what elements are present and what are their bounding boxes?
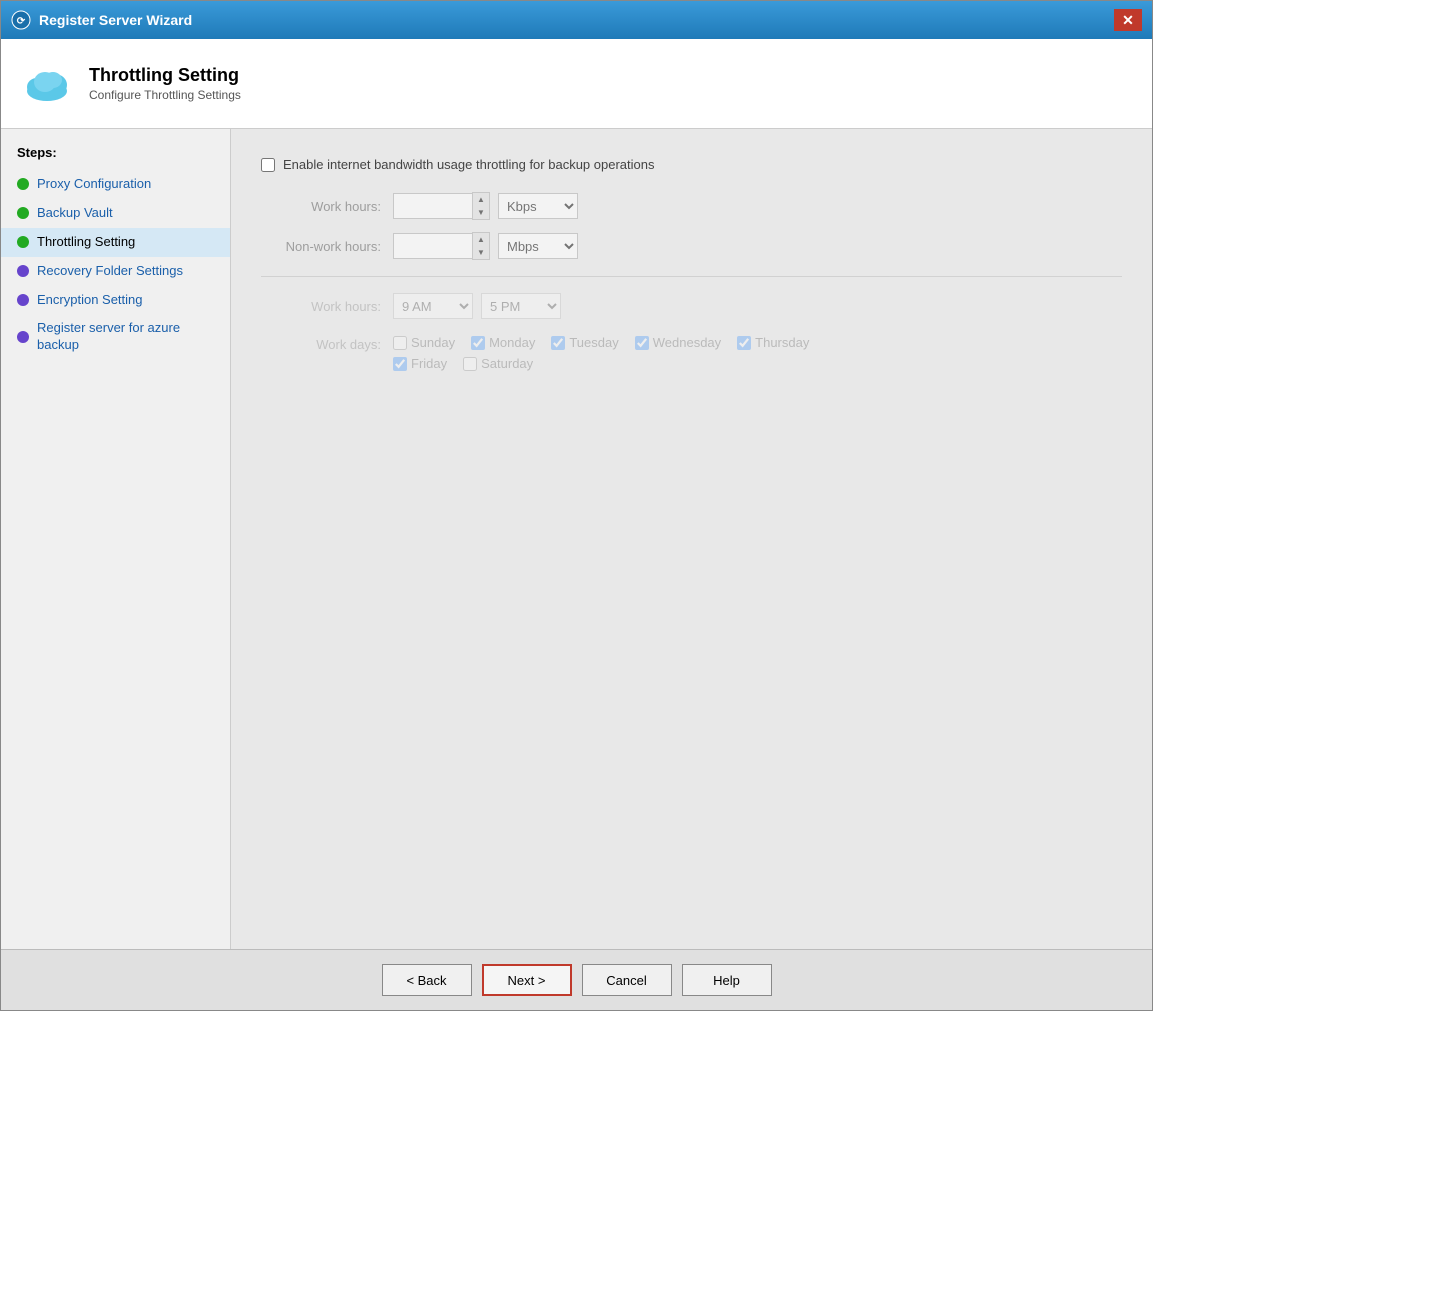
step-dot-recovery [17, 265, 29, 277]
day-saturday[interactable]: Saturday [463, 356, 533, 371]
sidebar-label-recovery: Recovery Folder Settings [37, 263, 183, 280]
work-time-label: Work hours: [261, 299, 381, 314]
app-icon: ⟳ [11, 10, 31, 30]
sidebar-item-encryption[interactable]: Encryption Setting [1, 286, 230, 315]
saturday-checkbox[interactable] [463, 357, 477, 371]
step-dot-backup-vault [17, 207, 29, 219]
work-hours-up-btn[interactable]: ▲ [473, 193, 489, 206]
day-tuesday[interactable]: Tuesday [551, 335, 618, 350]
sidebar-label-encryption: Encryption Setting [37, 292, 143, 309]
cancel-button[interactable]: Cancel [582, 964, 672, 996]
steps-label: Steps: [1, 145, 230, 170]
cloud-icon [21, 63, 73, 105]
sidebar-item-backup-vault[interactable]: Backup Vault [1, 199, 230, 228]
wednesday-checkbox[interactable] [635, 336, 649, 350]
work-hours-bandwidth-row: Work hours: 256.0 ▲ ▼ Kbps Mbps [261, 192, 1122, 220]
work-time-start-select[interactable]: 6 AM 7 AM 8 AM 9 AM 10 AM [393, 293, 473, 319]
enable-row: Enable internet bandwidth usage throttli… [261, 157, 1122, 172]
non-work-hours-label: Non-work hours: [261, 239, 381, 254]
help-button[interactable]: Help [682, 964, 772, 996]
work-days-label: Work days: [261, 335, 381, 352]
work-hours-input[interactable]: 256.0 [393, 193, 473, 219]
throttle-form: Work hours: 256.0 ▲ ▼ Kbps Mbps [261, 192, 1122, 371]
header-text: Throttling Setting Configure Throttling … [89, 65, 241, 102]
work-hours-spinner: 256.0 ▲ ▼ [393, 192, 490, 220]
step-dot-proxy [17, 178, 29, 190]
content-area: Enable internet bandwidth usage throttli… [231, 129, 1152, 949]
header: Throttling Setting Configure Throttling … [1, 39, 1152, 129]
title-bar: ⟳ Register Server Wizard ✕ [1, 1, 1152, 39]
non-work-hours-input[interactable]: 1023.0 [393, 233, 473, 259]
day-friday[interactable]: Friday [393, 356, 447, 371]
work-time-end-select[interactable]: 4 PM 5 PM 6 PM 7 PM [481, 293, 561, 319]
step-dot-throttling [17, 236, 29, 248]
next-button[interactable]: Next > [482, 964, 572, 996]
sidebar-item-throttling[interactable]: Throttling Setting [1, 228, 230, 257]
sidebar-label-register: Register server for azure backup [37, 320, 214, 354]
enable-throttle-checkbox[interactable] [261, 158, 275, 172]
sidebar-item-proxy[interactable]: Proxy Configuration [1, 170, 230, 199]
step-dot-encryption [17, 294, 29, 306]
work-hours-unit-select[interactable]: Kbps Mbps [498, 193, 578, 219]
main-content: Steps: Proxy Configuration Backup Vault … [1, 129, 1152, 949]
svg-text:⟳: ⟳ [17, 16, 26, 27]
main-window: ⟳ Register Server Wizard ✕ Throttling Se… [0, 0, 1153, 1011]
throttle-section: Enable internet bandwidth usage throttli… [261, 157, 1122, 929]
days-row-1: Sunday Monday Tuesday Wednesday [393, 335, 809, 350]
page-subtitle: Configure Throttling Settings [89, 88, 241, 102]
day-sunday[interactable]: Sunday [393, 335, 455, 350]
non-work-hours-unit-select[interactable]: Kbps Mbps [498, 233, 578, 259]
tuesday-checkbox[interactable] [551, 336, 565, 350]
work-hours-down-btn[interactable]: ▼ [473, 206, 489, 219]
window-title: Register Server Wizard [39, 12, 1114, 28]
work-hours-bandwidth-label: Work hours: [261, 199, 381, 214]
days-grid: Sunday Monday Tuesday Wednesday [393, 335, 809, 371]
sidebar-label-backup-vault: Backup Vault [37, 205, 113, 222]
non-work-hours-down-btn[interactable]: ▼ [473, 246, 489, 259]
day-wednesday[interactable]: Wednesday [635, 335, 721, 350]
non-work-hours-bandwidth-row: Non-work hours: 1023.0 ▲ ▼ Kbps Mbps [261, 232, 1122, 260]
footer: < Back Next > Cancel Help [1, 949, 1152, 1010]
non-work-hours-spinner: 1023.0 ▲ ▼ [393, 232, 490, 260]
enable-throttle-label: Enable internet bandwidth usage throttli… [283, 157, 654, 172]
sidebar-label-throttling: Throttling Setting [37, 234, 135, 251]
monday-checkbox[interactable] [471, 336, 485, 350]
sidebar: Steps: Proxy Configuration Backup Vault … [1, 129, 231, 949]
sidebar-label-proxy: Proxy Configuration [37, 176, 151, 193]
sunday-checkbox[interactable] [393, 336, 407, 350]
sidebar-item-recovery[interactable]: Recovery Folder Settings [1, 257, 230, 286]
non-work-hours-up-btn[interactable]: ▲ [473, 233, 489, 246]
day-monday[interactable]: Monday [471, 335, 535, 350]
day-thursday[interactable]: Thursday [737, 335, 809, 350]
back-button[interactable]: < Back [382, 964, 472, 996]
work-days-row: Work days: Sunday Monday Tuesd [261, 335, 1122, 371]
work-hours-spinner-btns: ▲ ▼ [472, 192, 490, 220]
close-button[interactable]: ✕ [1114, 9, 1142, 31]
friday-checkbox[interactable] [393, 357, 407, 371]
divider [261, 276, 1122, 277]
page-title: Throttling Setting [89, 65, 241, 86]
step-dot-register [17, 331, 29, 343]
work-time-row: Work hours: 6 AM 7 AM 8 AM 9 AM 10 AM 4 … [261, 293, 1122, 319]
thursday-checkbox[interactable] [737, 336, 751, 350]
days-row-2: Friday Saturday [393, 356, 809, 371]
sidebar-item-register[interactable]: Register server for azure backup [1, 314, 230, 360]
non-work-hours-spinner-btns: ▲ ▼ [472, 232, 490, 260]
